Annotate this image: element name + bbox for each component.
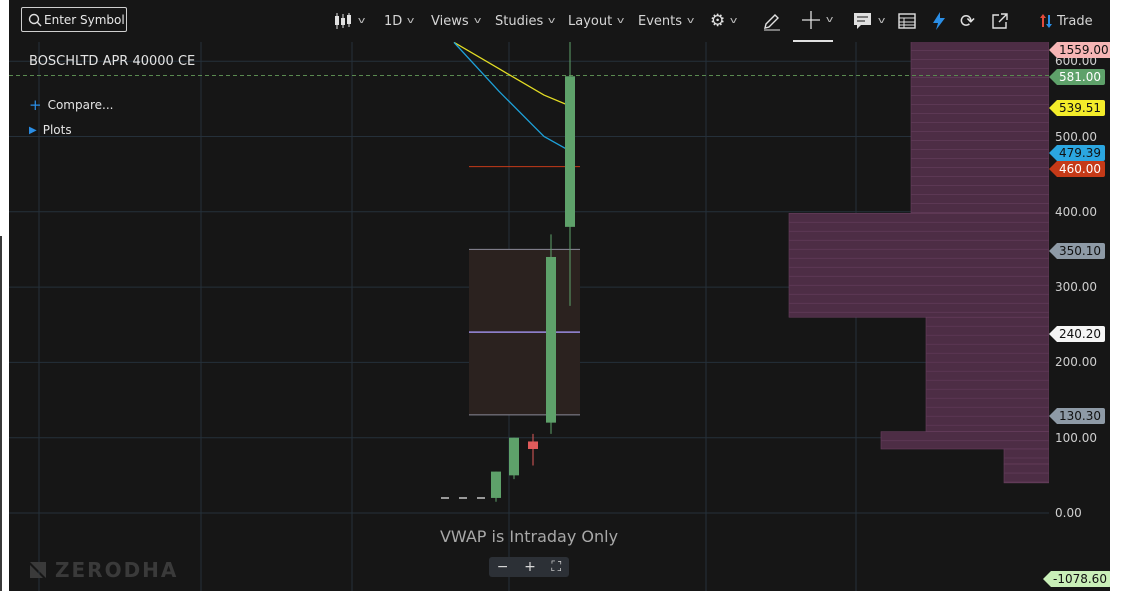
refresh-icon: ⟳ [960,10,976,32]
views-menu[interactable]: Views v [431,0,482,42]
compare-label: Compare... [47,98,114,112]
price-tag: 539.51 [1049,100,1105,116]
refresh-button[interactable]: ⟳ [960,0,975,42]
price-tag: 130.30 [1049,408,1105,424]
chevron-down-icon: v [407,16,415,26]
candle-body [491,471,501,498]
chevron-down-icon: v [730,16,738,26]
symbol-title: BOSCHLTD APR 40000 CE [29,54,196,69]
plots-toggle[interactable]: ▶ Plots [29,123,72,137]
vwap-notice: VWAP is Intraday Only [439,527,619,546]
symbol-search[interactable]: Enter Symbol [21,7,127,32]
chart-type-button[interactable]: v [333,0,366,42]
axis-tick-label: 200.00 [1055,355,1097,370]
crosshair-icon [802,11,820,29]
views-label: Views [431,13,469,29]
search-placeholder: Enter Symbol [44,12,125,27]
pencil-icon [764,14,780,31]
toolbar: Enter Symbol v 1D v Views v Studies v Layou… [9,0,1110,42]
candle-body [509,437,519,476]
plus-icon: + [29,96,42,114]
settings-button[interactable]: ⚙ v [710,0,738,42]
axis-tick-label: 500.00 [1055,129,1097,144]
price-axis[interactable]: 600.00 500.00 400.00 300.00 200.00 100.00 0.00… [1043,42,1110,591]
axis-tick-label: 0.00 [1055,506,1082,520]
trade-button[interactable]: Trade [1039,0,1093,42]
candle-body [528,441,538,449]
price-tag: -1078.60 [1043,571,1110,587]
search-icon [28,13,42,26]
ma-line-yellow [453,42,572,107]
events-label: Events [638,13,683,29]
price-tag: 581.00 [1049,69,1105,85]
zerodha-logo-icon [30,562,46,578]
trade-icon [1040,14,1052,28]
lightning-icon [933,12,945,30]
volume-profile-bar [925,316,1049,432]
interval-label: 1D [384,13,403,29]
studies-menu[interactable]: Studies v [495,0,556,42]
price-tag: 240.20 [1049,326,1105,342]
comment-icon [854,13,871,29]
candle-body [565,76,575,227]
left-scrollbar[interactable] [0,236,2,591]
axis-tick-label: 400.00 [1055,204,1097,219]
events-menu[interactable]: Events v [638,0,695,42]
price-tag: 479.39 [1049,145,1105,161]
candlestick-icon [335,13,351,29]
studies-label: Studies [495,13,544,29]
gear-icon: ⚙ [710,11,726,31]
interval-button[interactable]: 1D v [384,0,415,42]
volume-profile-bar [788,213,1049,318]
comment-button[interactable]: v [853,0,886,42]
price-tag: 350.10 [1049,243,1105,259]
chevron-down-icon: v [357,16,366,26]
axis-tick-label: 300.00 [1055,280,1097,295]
zoom-out-button[interactable]: − [497,559,509,575]
crosshair-button[interactable]: v [793,0,833,42]
watermark-label: ZERODHA [55,558,179,582]
price-chart[interactable] [9,42,1049,591]
chart-app: Enter Symbol v 1D v Views v Studies v Layou… [9,0,1110,591]
trade-label: Trade [1057,13,1093,29]
price-tag: 460.00 [1049,161,1105,177]
volume-profile-bar [1003,448,1049,465]
zerodha-watermark: ZERODHA [29,558,178,582]
chevron-down-icon: v [877,16,886,26]
popout-icon [992,13,1008,29]
price-tag: 1559.00 [1049,42,1110,58]
popout-button[interactable] [991,0,1009,42]
volume-profile-bar [910,42,1049,214]
ma-line-blue [453,42,572,153]
zoom-controls: − + ⛶ [489,557,569,577]
draw-button[interactable] [762,0,782,42]
layout-label: Layout [568,13,613,29]
candle-body [546,256,556,423]
caret-right-icon: ▶ [29,124,37,136]
compare-button[interactable]: + Compare... [29,96,113,114]
volume-profile-bar [1003,463,1049,484]
datawindow-button[interactable] [898,0,916,42]
axis-tick-label: 100.00 [1055,430,1097,445]
zoom-in-button[interactable]: + [524,559,536,575]
chevron-down-icon: v [617,16,625,26]
chevron-down-icon: v [686,16,695,26]
table-icon [898,13,916,29]
chevron-down-icon: v [548,16,556,26]
chevron-down-icon: v [473,16,482,26]
chevron-down-icon: v [825,15,834,25]
fit-screen-button[interactable]: ⛶ [551,559,561,575]
layout-menu[interactable]: Layout v [568,0,625,42]
alerts-button[interactable] [931,0,947,42]
plots-label: Plots [42,123,72,137]
